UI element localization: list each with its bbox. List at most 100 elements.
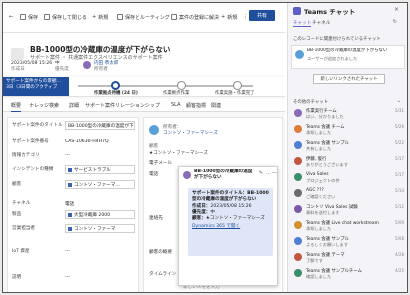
field-value[interactable]: ---	[65, 247, 135, 256]
save-button[interactable]: 保存	[20, 11, 38, 23]
avatar	[294, 221, 302, 229]
edit-icon[interactable]: ✎	[259, 170, 263, 176]
field-value[interactable]: ---	[65, 273, 135, 282]
routing-icon	[117, 14, 123, 20]
field-value[interactable]: コントソ・ファーマ…	[65, 180, 135, 189]
avatar	[295, 50, 304, 59]
chat-list-item[interactable]: Teams 会議 チーム 承知しました 5/26	[289, 123, 407, 138]
avatar	[294, 173, 302, 181]
chat-time: 5/08	[395, 236, 404, 241]
open-in-dynamics-link[interactable]: Dynamics 365 で開く	[192, 224, 269, 230]
stage-label-2: 作業拠点作業	[163, 91, 190, 96]
linked-chat-sub: ユーザーが追加されました	[307, 56, 358, 61]
new-linked-chat-button[interactable]: 新しいリンクされたチャット	[313, 74, 385, 84]
customer-label: 顧客	[149, 144, 159, 149]
more-icon[interactable]: ⋮	[243, 11, 248, 23]
field-label: チャネル	[12, 201, 31, 206]
tab-related[interactable]: 関連	[211, 102, 221, 109]
chat-time: 5/26	[395, 124, 404, 129]
app-window: ← 保存 保存して閉じる + 新規 保存とルーティング 案件の登録に解決 + 新規 …	[2, 2, 408, 293]
tab-relationships[interactable]: サポート案件リレーションシップ	[85, 102, 160, 109]
avatar	[294, 109, 302, 117]
chat-list-item[interactable]: Teams 会議 サンプル 共有しました 5/22	[289, 139, 407, 154]
tab-sla[interactable]: SLA	[171, 102, 181, 108]
customer-overview-label: 顧客の概要	[149, 250, 172, 255]
email-label: 電子メール	[149, 161, 172, 166]
stage-step-1[interactable]	[111, 81, 120, 90]
chat-list-item[interactable]: 伊藤, 俊行 ありがとうございます 5/17	[289, 155, 407, 170]
chat-list-item[interactable]: Viva Sales プロジェクトの件 5/17	[289, 171, 407, 186]
tab-chat[interactable]: チャット	[293, 20, 312, 27]
field-value[interactable]: サービストラブル	[65, 165, 135, 174]
process-stage-selector[interactable]: サポート案件からの景観… 3日（3日間のアクティブ	[3, 77, 69, 96]
tab-knowledge[interactable]: ナレッジ検索	[29, 102, 59, 109]
more-icon[interactable]: …	[266, 170, 271, 176]
share-button[interactable]: 共有	[249, 10, 275, 21]
chat-list-item[interactable]: AGC ??? ご確認ください 5/14	[289, 187, 407, 202]
chat-time: 5/14	[395, 188, 404, 193]
tab-customer-metrics[interactable]: 顧客指標	[186, 102, 206, 109]
field-value[interactable]: ---	[65, 151, 135, 160]
stage-label-1: 作業拠点待機 (24 日)	[94, 91, 138, 96]
avatar	[83, 61, 91, 69]
linked-chats-label: このレコードに関連付けられているチャット	[293, 37, 381, 42]
stage-step-3[interactable]	[233, 81, 242, 90]
field-value[interactable]: CAS-10630-H4H7Q	[65, 137, 135, 146]
lookup-icon	[68, 182, 72, 187]
customer-contact[interactable]: ★コントソ・ファーマシーズ	[149, 150, 208, 156]
close-icon[interactable]: —	[272, 170, 277, 176]
chat-list-item[interactable]: Teams 会議 サンプル よろしくお願いします 5/08	[289, 235, 407, 250]
field-label: 営業担当者	[12, 226, 35, 231]
tab-summary[interactable]: 概要	[11, 102, 22, 112]
avatar	[294, 237, 302, 245]
avatar	[294, 189, 302, 197]
chat-preview: 資料を送付します	[306, 210, 340, 215]
command-bar: ← 保存 保存して閉じる + 新規 保存とルーティング 案件の登録に解決 + 新規 …	[3, 3, 285, 33]
chat-time: 5/22	[395, 140, 404, 145]
owner-name-link[interactable]: コントソ・ファーマシーズ	[163, 130, 218, 136]
refresh-icon[interactable]: ↻	[393, 19, 397, 25]
chat-time: 5/17	[395, 156, 404, 161]
new2-button[interactable]: + 新規	[221, 11, 237, 23]
case-icon	[11, 48, 24, 60]
chat-list-item[interactable]: Teams 会議 テーマ 了解です 4/28	[289, 251, 407, 266]
plus-icon: +	[221, 14, 226, 20]
chat-preview: 了解です	[306, 258, 323, 263]
chat-preview: 確認しました	[306, 274, 332, 279]
stage-step-2[interactable]	[177, 81, 186, 90]
chat-list-item[interactable]: Teams 会議 サンプルチーム 確認しました 4/25	[289, 267, 407, 282]
new-button[interactable]: + 新規	[92, 11, 108, 23]
chat-list-item[interactable]: 作業実行チーム はい、分かりました 5/31	[289, 107, 407, 122]
tab-details[interactable]: 詳細	[69, 102, 79, 109]
chat-list-item[interactable]: Teams 会議 Live chat workstream 承知しました 5/09	[289, 219, 407, 234]
back-arrow-icon: ←	[9, 14, 14, 20]
chat-preview: よろしくお願いします	[306, 242, 348, 247]
contact-label: 連絡先	[149, 216, 163, 221]
field-label: インシデントの種類	[12, 167, 54, 172]
back-button[interactable]: ←	[9, 11, 13, 23]
field-value[interactable]: 大型冷蔵庫 2000	[65, 210, 135, 219]
chevron-icon[interactable]: ⌄	[397, 98, 401, 104]
chat-list-item[interactable]: コントソ Viva Sales 試験 資料を送付します 5/12	[289, 203, 407, 218]
resolve-button[interactable]: 案件の登録に解決	[171, 11, 219, 23]
chat-preview: プロジェクトの件	[306, 178, 340, 183]
field-label: IoT 資産	[12, 249, 30, 254]
field-value[interactable]: コントソ・ファーマ	[65, 224, 135, 233]
owner-meta[interactable]: 内田 恭太郎 所有者	[83, 61, 118, 73]
close-icon[interactable]: ×	[394, 6, 399, 13]
field-value[interactable]: BB-1000型の冷蔵庫の温度が下がらない	[65, 121, 135, 130]
field-label: 製品	[12, 212, 22, 217]
routing-button[interactable]: 保存とルーティング	[117, 11, 170, 23]
save-close-button[interactable]: 保存して閉じる	[44, 11, 87, 23]
priority-meta: 中 優先度	[55, 61, 69, 72]
chat-name: Viva Sales	[306, 172, 329, 177]
chat-time: 4/28	[395, 252, 404, 257]
stage-label-3: 作業実施・作業完了	[215, 91, 255, 96]
case-card: サポート案件のタイトル：BB-1000型の冷蔵庫の温度が下がらない 作成日：20…	[188, 188, 273, 256]
chat-time: 5/12	[395, 204, 404, 209]
tab-channel[interactable]: チャネル	[312, 20, 330, 26]
chat-time: 4/25	[395, 268, 404, 273]
chat-time: 5/17	[395, 172, 404, 177]
field-value[interactable]: 電話	[65, 199, 135, 208]
phone-label: 電話	[149, 172, 159, 177]
